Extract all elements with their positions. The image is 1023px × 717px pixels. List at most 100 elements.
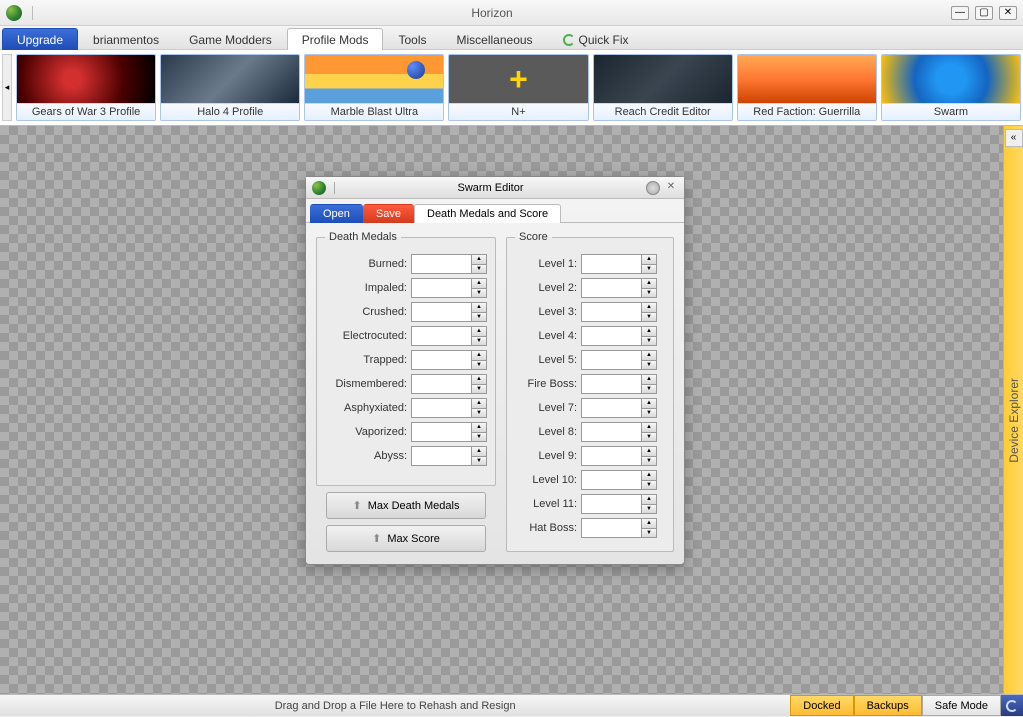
field-input[interactable]	[581, 470, 641, 490]
spinner-down[interactable]: ▼	[641, 408, 657, 419]
field-input[interactable]	[581, 350, 641, 370]
field-input[interactable]	[581, 374, 641, 394]
spinner-down[interactable]: ▼	[641, 264, 657, 275]
spinner-down[interactable]: ▼	[471, 432, 487, 443]
gallery-tile-reach[interactable]: Reach Credit Editor	[593, 54, 733, 121]
spinner-down[interactable]: ▼	[471, 360, 487, 371]
spinner-up[interactable]: ▲	[641, 326, 657, 336]
spinner-down[interactable]: ▼	[641, 480, 657, 491]
field-input[interactable]	[581, 326, 641, 346]
spinner-up[interactable]: ▲	[641, 254, 657, 264]
spinner-down[interactable]: ▼	[641, 504, 657, 515]
field-input[interactable]	[411, 398, 471, 418]
spinner-up[interactable]: ▲	[641, 422, 657, 432]
spinner-down[interactable]: ▼	[641, 384, 657, 395]
tab-miscellaneous[interactable]: Miscellaneous	[442, 28, 548, 50]
editor-tab-open[interactable]: Open	[310, 204, 363, 223]
field-input[interactable]	[581, 422, 641, 442]
tab-game-modders[interactable]: Game Modders	[174, 28, 287, 50]
field-input[interactable]	[411, 350, 471, 370]
spinner-down[interactable]: ▼	[641, 456, 657, 467]
spinner-up[interactable]: ▲	[641, 470, 657, 480]
xbox-icon	[312, 181, 326, 195]
workspace[interactable]: « Device Explorer Swarm Editor ✕ Open Sa…	[0, 126, 1023, 694]
spinner-up[interactable]: ▲	[641, 494, 657, 504]
close-button[interactable]: ✕	[999, 6, 1017, 20]
spinner-up[interactable]: ▲	[641, 278, 657, 288]
gallery-tile-redfac[interactable]: Red Faction: Guerrilla	[737, 54, 877, 121]
gallery-tile-gow[interactable]: Gears of War 3 Profile	[16, 54, 156, 121]
docked-button[interactable]: Docked	[790, 695, 853, 716]
spinner-up[interactable]: ▲	[471, 374, 487, 384]
editor-close-button[interactable]: ✕	[664, 181, 678, 195]
field-label: Level 4:	[515, 330, 577, 342]
spinner-up[interactable]: ▲	[471, 422, 487, 432]
spinner-up[interactable]: ▲	[641, 374, 657, 384]
field-input[interactable]	[411, 326, 471, 346]
spinner-down[interactable]: ▼	[471, 456, 487, 467]
spinner-up[interactable]: ▲	[471, 278, 487, 288]
tab-profile-mods[interactable]: Profile Mods	[287, 28, 384, 50]
field-input[interactable]	[581, 302, 641, 322]
field-input[interactable]	[411, 446, 471, 466]
spinner-down[interactable]: ▼	[641, 528, 657, 539]
spinner-up[interactable]: ▲	[641, 350, 657, 360]
max-death-medals-label: Max Death Medals	[368, 500, 460, 512]
spinner-down[interactable]: ▼	[641, 360, 657, 371]
field-input[interactable]	[411, 422, 471, 442]
tab-upgrade[interactable]: Upgrade	[2, 28, 78, 50]
tab-tools[interactable]: Tools	[383, 28, 441, 50]
max-score-button[interactable]: ⬆Max Score	[326, 525, 486, 552]
spinner-down[interactable]: ▼	[471, 264, 487, 275]
spinner-up[interactable]: ▲	[471, 398, 487, 408]
max-death-medals-button[interactable]: ⬆Max Death Medals	[326, 492, 486, 519]
field-input[interactable]	[581, 398, 641, 418]
status-refresh-icon[interactable]	[1001, 695, 1023, 716]
field-input[interactable]	[581, 446, 641, 466]
safe-mode-button[interactable]: Safe Mode	[922, 695, 1001, 716]
gallery-tile-marble[interactable]: Marble Blast Ultra	[304, 54, 444, 121]
field-input[interactable]	[411, 374, 471, 394]
spinner-down[interactable]: ▼	[641, 336, 657, 347]
spinner-up[interactable]: ▲	[641, 446, 657, 456]
gallery-tile-halo[interactable]: Halo 4 Profile	[160, 54, 300, 121]
spinner-down[interactable]: ▼	[471, 312, 487, 323]
field-input[interactable]	[581, 518, 641, 538]
field-input[interactable]	[581, 494, 641, 514]
field-input[interactable]	[411, 254, 471, 274]
tab-brianmentos[interactable]: brianmentos	[78, 28, 174, 50]
spinner-up[interactable]: ▲	[641, 518, 657, 528]
maximize-button[interactable]: ▢	[975, 6, 993, 20]
spinner-up[interactable]: ▲	[471, 302, 487, 312]
field-input[interactable]	[581, 254, 641, 274]
spinner-up[interactable]: ▲	[471, 350, 487, 360]
spinner-down[interactable]: ▼	[641, 312, 657, 323]
field-input[interactable]	[581, 278, 641, 298]
drag-drop-hint[interactable]: Drag and Drop a File Here to Rehash and …	[0, 695, 790, 716]
spinner-up[interactable]: ▲	[471, 326, 487, 336]
spinner-up[interactable]: ▲	[471, 254, 487, 264]
spinner-up[interactable]: ▲	[641, 302, 657, 312]
spinner-up[interactable]: ▲	[641, 398, 657, 408]
spinner-down[interactable]: ▼	[641, 432, 657, 443]
collapse-button[interactable]: «	[1005, 129, 1023, 147]
tab-quick-fix[interactable]: Quick Fix	[548, 28, 644, 50]
spinner-up[interactable]: ▲	[471, 446, 487, 456]
field-input[interactable]	[411, 278, 471, 298]
backups-button[interactable]: Backups	[854, 695, 922, 716]
gallery-scroll-left[interactable]: ◂	[2, 54, 12, 121]
spinner-down[interactable]: ▼	[641, 288, 657, 299]
editor-tab-death-medals-score[interactable]: Death Medals and Score	[414, 204, 561, 223]
gallery-tile-swarm[interactable]: Swarm	[881, 54, 1021, 121]
field-input[interactable]	[411, 302, 471, 322]
device-explorer-sidebar[interactable]: « Device Explorer	[1003, 126, 1023, 694]
spinner-down[interactable]: ▼	[471, 384, 487, 395]
editor-titlebar[interactable]: Swarm Editor ✕	[306, 177, 684, 199]
spinner-down[interactable]: ▼	[471, 288, 487, 299]
spinner-down[interactable]: ▼	[471, 336, 487, 347]
editor-tab-save[interactable]: Save	[363, 204, 414, 223]
gear-icon[interactable]	[646, 181, 660, 195]
minimize-button[interactable]: —	[951, 6, 969, 20]
spinner-down[interactable]: ▼	[471, 408, 487, 419]
gallery-tile-nplus[interactable]: +N+	[448, 54, 588, 121]
